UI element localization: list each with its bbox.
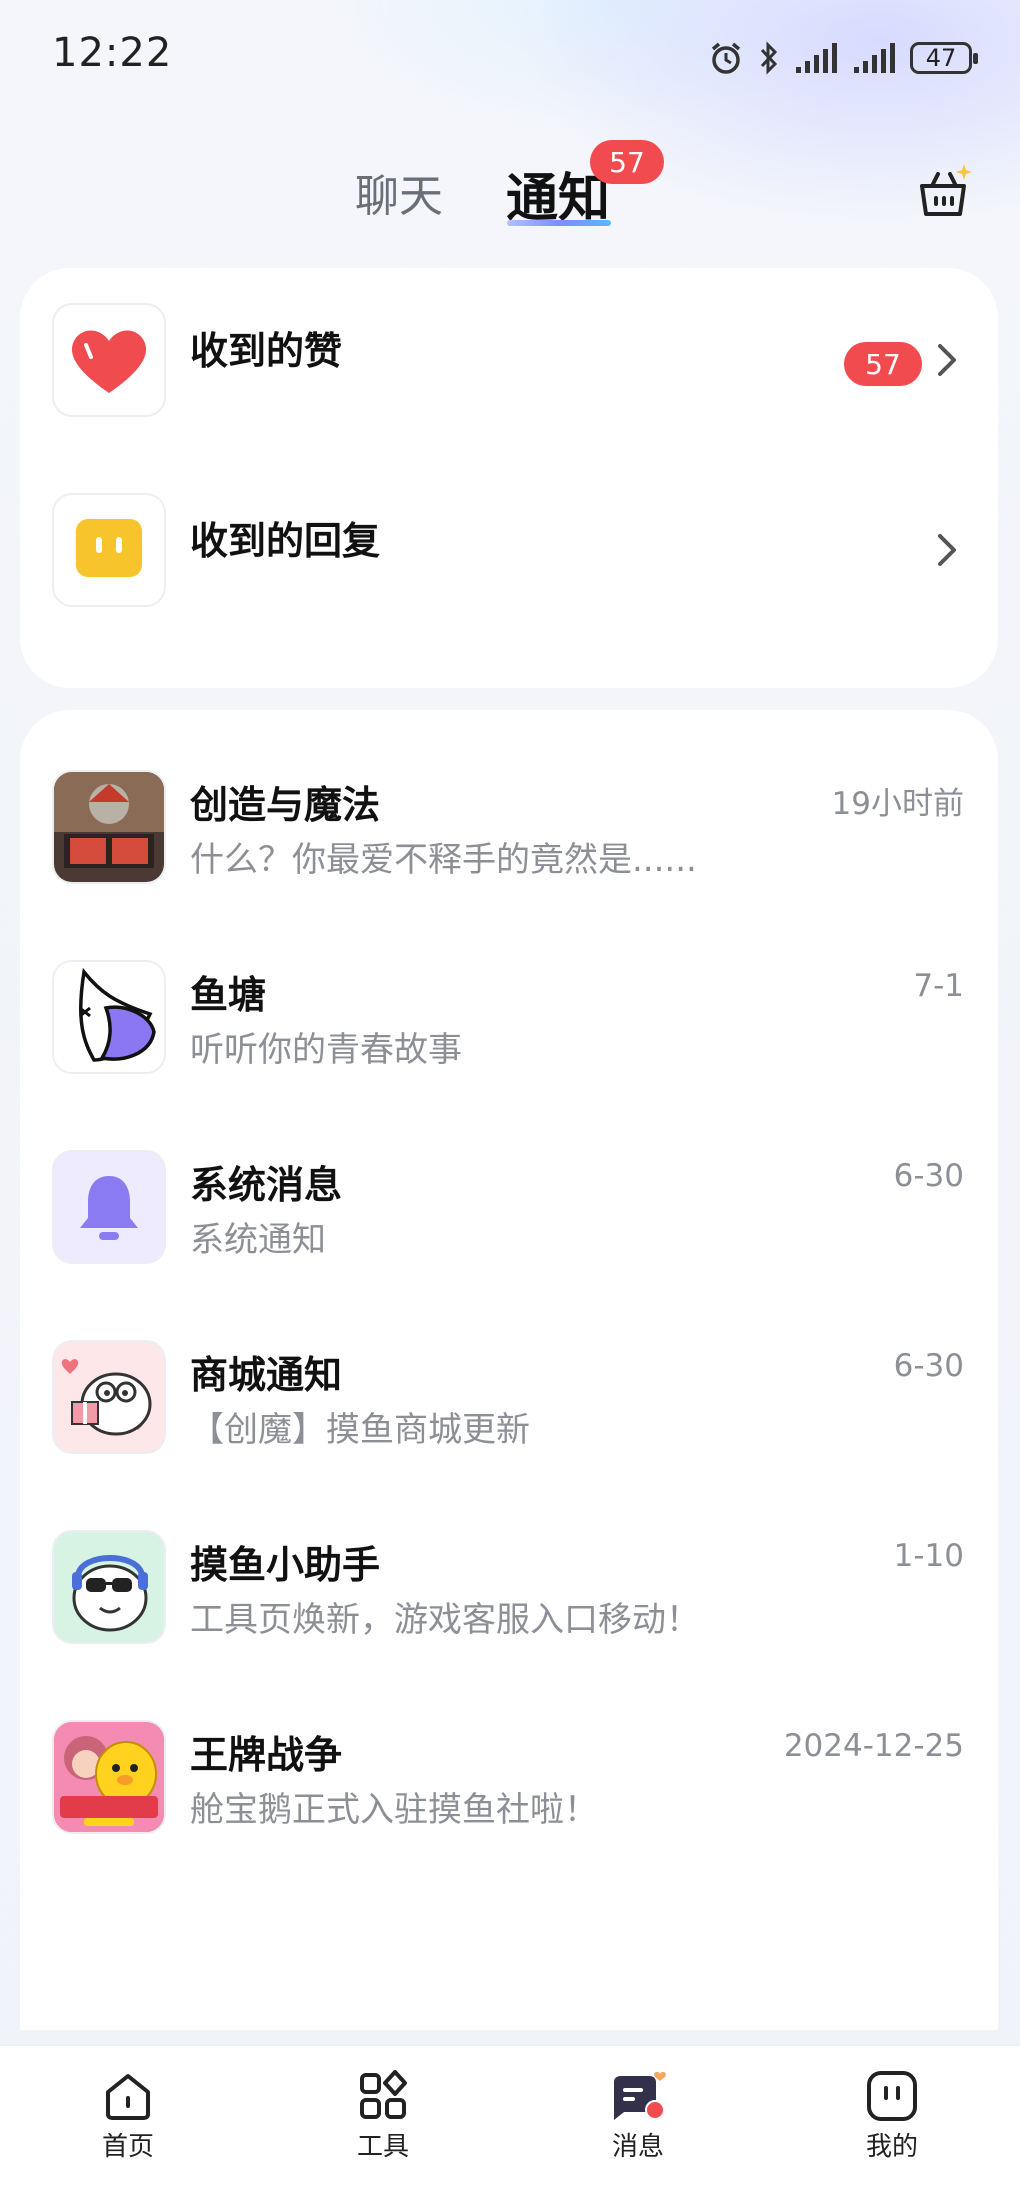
- message-sender: 鱼塘: [190, 973, 267, 1017]
- signal-icon-1: [796, 43, 837, 73]
- message-row[interactable]: 创造与魔法 19小时前 什么？你最爱不释手的竟然是......: [20, 770, 998, 940]
- interactions-card: 收到的赞 57 收到的回复: [20, 268, 998, 688]
- game-creation-magic-avatar: [52, 770, 166, 884]
- nav-tools-label: 工具: [356, 2132, 409, 2162]
- chevron-right-icon: [938, 534, 956, 566]
- message-sender: 系统消息: [190, 1163, 343, 1207]
- message-sender: 王牌战争: [190, 1733, 343, 1777]
- status-icons: 47: [708, 38, 978, 78]
- nav-mine-label: 我的: [865, 2132, 918, 2162]
- tools-grid-icon: [360, 2070, 407, 2119]
- chevron-right-icon: [938, 344, 956, 376]
- message-icon: [614, 2071, 666, 2120]
- battery-level: 47: [925, 44, 957, 72]
- nav-mine[interactable]: 我的: [832, 2068, 952, 2163]
- system-message-avatar: [52, 1150, 166, 1264]
- message-sender: 创造与魔法: [190, 783, 381, 827]
- bluetooth-icon: [760, 41, 778, 75]
- message-time: 6-30: [893, 1348, 964, 1384]
- nav-home[interactable]: 首页: [68, 2068, 188, 2163]
- status-bar: 12:22 47: [0, 0, 1020, 118]
- message-row[interactable]: 商城通知 6-30 【创魔】摸鱼商城更新: [20, 1340, 998, 1510]
- game-ace-war-avatar: [52, 1720, 166, 1834]
- message-time: 7-1: [913, 968, 964, 1004]
- heart-icon: [71, 330, 147, 393]
- reply-face-icon: [76, 519, 142, 577]
- message-time: 19小时前: [831, 786, 964, 822]
- nav-home-label: 首页: [101, 2132, 154, 2162]
- nav-messages-label: 消息: [611, 2132, 664, 2162]
- messages-card: 创造与魔法 19小时前 什么？你最爱不释手的竟然是...... 鱼塘 7-1 听…: [20, 710, 998, 2030]
- battery-icon: 47: [910, 42, 978, 74]
- tab-chat[interactable]: 聊天: [355, 160, 443, 224]
- likes-avatar: [52, 303, 166, 417]
- fish-pond-avatar: [52, 960, 166, 1074]
- message-time: 1-10: [893, 1538, 964, 1574]
- message-sender: 商城通知: [190, 1353, 343, 1397]
- replies-row[interactable]: 收到的回复: [20, 458, 998, 608]
- assistant-mascot-avatar: [52, 1530, 166, 1644]
- profile-face-icon: [867, 2071, 917, 2121]
- likes-count-badge: 57: [844, 342, 922, 386]
- top-tabs: 聊天 通知 57: [0, 140, 1020, 248]
- likes-title: 收到的赞: [190, 329, 343, 373]
- message-preview: 工具页焕新，游戏客服入口移动！: [190, 1600, 700, 1640]
- nav-tools[interactable]: 工具: [323, 2068, 443, 2163]
- message-preview: 听听你的青春故事: [190, 1030, 462, 1070]
- message-preview: 什么？你最爱不释手的竟然是......: [190, 840, 697, 880]
- home-icon: [106, 2074, 150, 2120]
- shopping-basket-icon[interactable]: [912, 160, 976, 224]
- replies-title: 收到的回复: [190, 519, 381, 563]
- alarm-icon: [711, 42, 741, 74]
- status-time: 12:22: [52, 30, 173, 76]
- message-preview: 【创魔】摸鱼商城更新: [190, 1410, 530, 1450]
- active-tab-indicator: [507, 220, 611, 226]
- message-preview: 系统通知: [190, 1220, 326, 1260]
- message-row[interactable]: 鱼塘 7-1 听听你的青春故事: [20, 960, 998, 1130]
- message-preview: 舱宝鹅正式入驻摸鱼社啦！: [190, 1790, 598, 1830]
- message-row[interactable]: 王牌战争 2024-12-25 舱宝鹅正式入驻摸鱼社啦！: [20, 1720, 998, 1890]
- nav-messages[interactable]: 消息: [578, 2068, 698, 2163]
- likes-row[interactable]: 收到的赞 57: [20, 268, 998, 418]
- message-time: 2024-12-25: [783, 1728, 964, 1764]
- shop-mascot-avatar: [52, 1340, 166, 1454]
- message-row[interactable]: 系统消息 6-30 系统通知: [20, 1150, 998, 1320]
- notify-badge: 57: [590, 140, 664, 184]
- bottom-nav: 首页 工具 消息 我的: [0, 2045, 1020, 2203]
- signal-icon-2: [854, 43, 895, 73]
- replies-avatar: [52, 493, 166, 607]
- message-row[interactable]: 摸鱼小助手 1-10 工具页焕新，游戏客服入口移动！: [20, 1530, 998, 1700]
- message-sender: 摸鱼小助手: [190, 1543, 381, 1587]
- message-time: 6-30: [893, 1158, 964, 1194]
- bell-icon: [80, 1176, 138, 1240]
